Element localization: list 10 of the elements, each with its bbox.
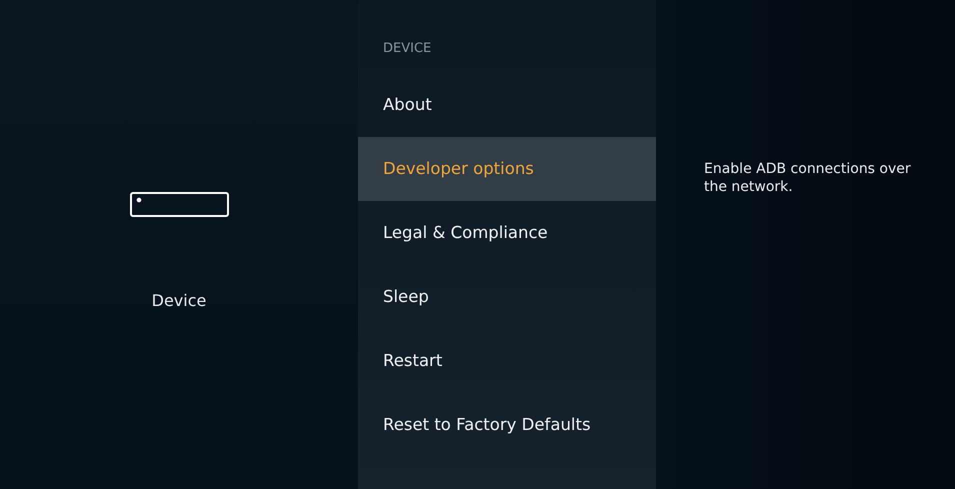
section-heading: DEVICE (382, 41, 432, 58)
menu-item[interactable]: About (358, 73, 656, 137)
menu-item[interactable]: Developer options (358, 137, 656, 201)
menu-item[interactable]: Reset to Factory Defaults (358, 393, 656, 457)
category-label: Device (152, 291, 206, 310)
option-description: Enable ADB connections over the network. (704, 160, 912, 196)
device-icon (130, 192, 228, 217)
menu-item[interactable]: Restart (358, 329, 656, 393)
menu-item[interactable]: Sleep (358, 265, 656, 329)
menu-item[interactable]: Legal & Compliance (358, 201, 656, 265)
